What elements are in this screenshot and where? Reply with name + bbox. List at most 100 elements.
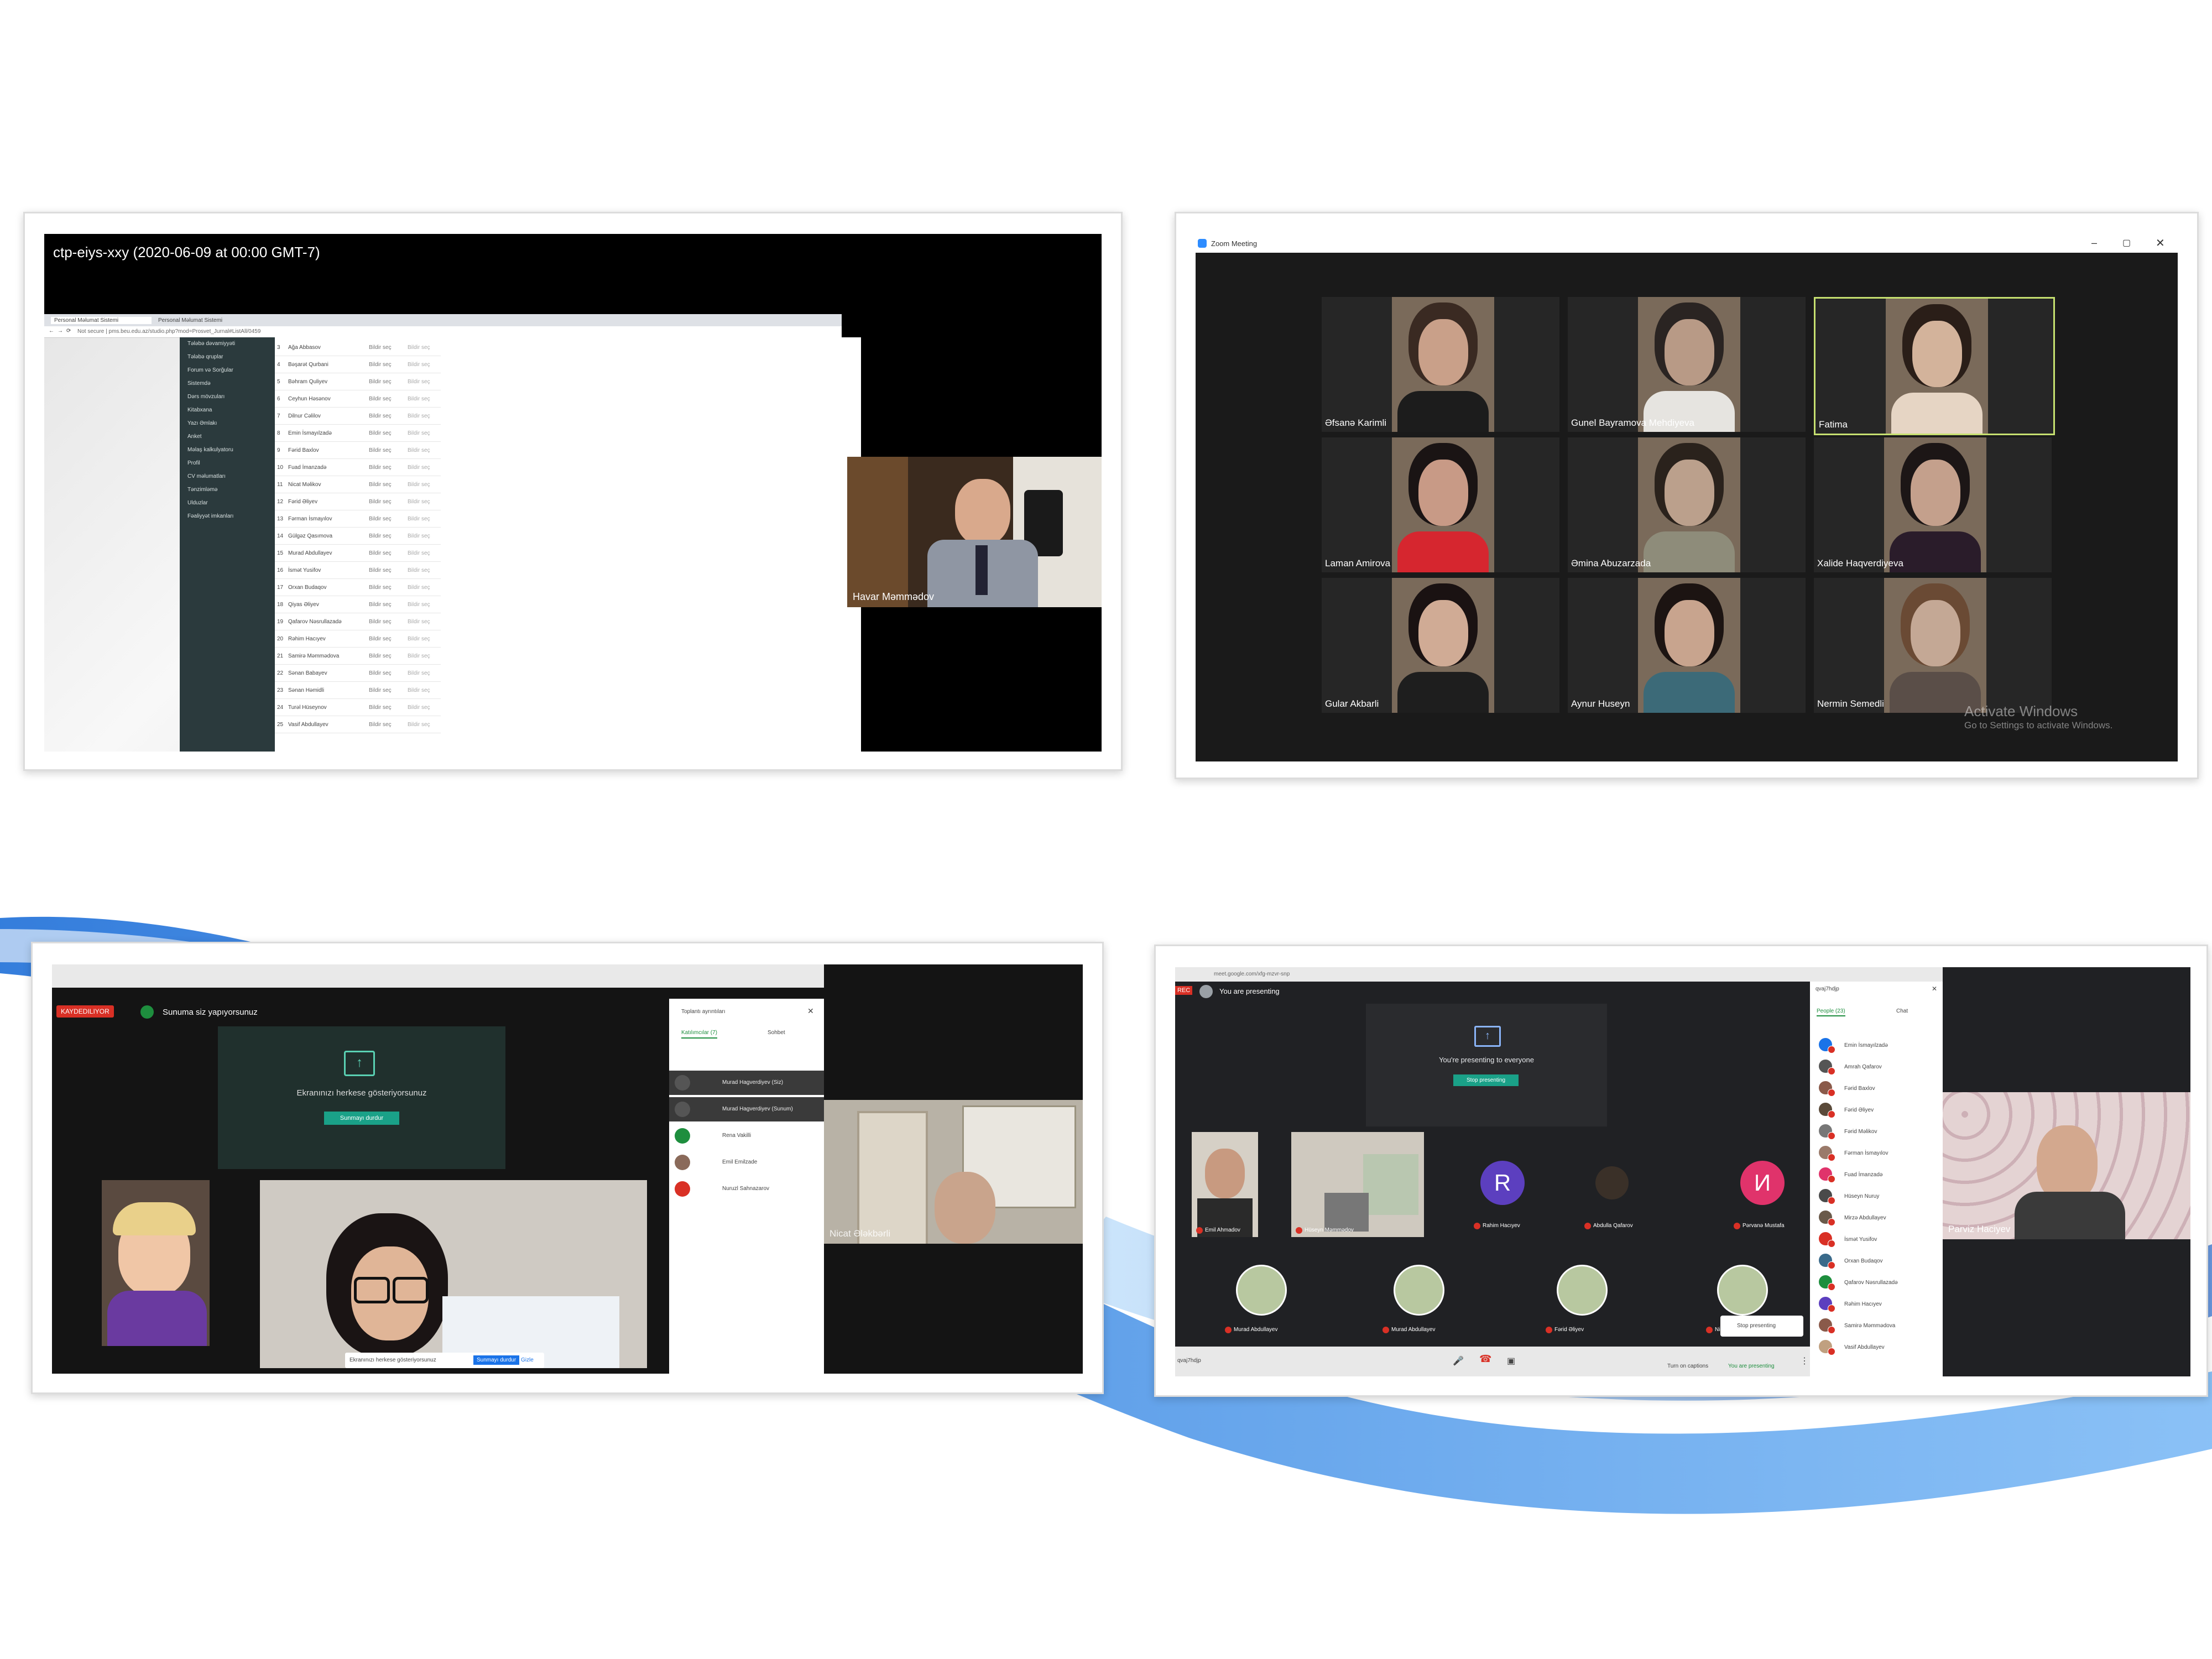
sidebar-menu-item[interactable]: Dərs mövzuları	[187, 394, 225, 400]
participant-list-item[interactable]: Orxan Budaqov	[1810, 1250, 1943, 1271]
grade-cell[interactable]: Bildir seç	[408, 687, 430, 693]
participant-tile[interactable]: Murad Abdullayev	[1366, 1254, 1465, 1337]
grade-cell[interactable]: Bildir seç	[408, 447, 430, 453]
maximize-icon[interactable]: ▢	[2122, 237, 2131, 248]
grade-cell[interactable]: Bildir seç	[369, 396, 392, 402]
participant-tile[interactable]: Xalide Haqverdiyeva	[1814, 437, 2052, 572]
participant-tile[interactable]: Gunel Bayramova Mehdiyeva	[1568, 297, 1806, 432]
tab-people-4[interactable]: People (23)	[1817, 1008, 1845, 1016]
grade-cell[interactable]: Bildir seç	[369, 705, 392, 711]
grade-cell[interactable]: Bildir seç	[408, 670, 430, 676]
participant-list-item[interactable]: Fərid Əliyev	[1810, 1099, 1943, 1120]
grade-cell[interactable]: Bildir seç	[408, 636, 430, 642]
participant-tile[interactable]: R Rahim Hacıyev	[1457, 1150, 1557, 1233]
participant-list-item[interactable]: Fuad İmanzadə	[1810, 1164, 1943, 1185]
meeting-code[interactable]: qvaj7hdjp	[1177, 1358, 1201, 1364]
tab-chat-4[interactable]: Chat	[1896, 1008, 1908, 1014]
grade-cell[interactable]: Bildir seç	[369, 447, 392, 453]
participant-tile[interactable]: Fərid Əliyev	[1529, 1254, 1629, 1337]
grade-cell[interactable]: Bildir seç	[408, 413, 430, 419]
participant-list-item[interactable]: Murad Hagverdiyev (Siz)	[669, 1071, 824, 1095]
grade-cell[interactable]: Bildir seç	[369, 533, 392, 539]
participant-list-item[interactable]: Fərman İsmayılov	[1810, 1142, 1943, 1164]
grade-cell[interactable]: Bildir seç	[369, 567, 392, 573]
sidebar-menu-item[interactable]: Tələbə qruplar	[187, 354, 223, 360]
mic-icon[interactable]: 🎤	[1453, 1355, 1464, 1366]
participant-list-item[interactable]: Rəhim Hacıyev	[1810, 1293, 1943, 1314]
sidebar-menu-item[interactable]: Fəaliyyət imkanları	[187, 513, 233, 519]
close-side-icon-3[interactable]: ✕	[807, 1006, 814, 1016]
grade-cell[interactable]: Bildir seç	[408, 550, 430, 556]
sidebar-menu-item[interactable]: Tələbə dəvamiyyəti	[187, 341, 235, 347]
grade-cell[interactable]: Bildir seç	[408, 619, 430, 625]
stop-share-button-3[interactable]: Sunmayı durdur	[473, 1355, 520, 1365]
grade-cell[interactable]: Bildir seç	[408, 533, 430, 539]
sidebar-menu-item[interactable]: Ulduzlar	[187, 500, 208, 506]
grade-cell[interactable]: Bildir seç	[408, 567, 430, 573]
grade-cell[interactable]: Bildir seç	[369, 465, 392, 471]
forward-icon[interactable]: →	[58, 328, 63, 334]
grade-cell[interactable]: Bildir seç	[408, 602, 430, 608]
participant-list-item[interactable]: Hüseyn Nuruy	[1810, 1186, 1943, 1207]
tab-chat-3[interactable]: Sohbet	[768, 1030, 785, 1036]
sidebar-menu-item[interactable]: Sistemdə	[187, 380, 211, 387]
stop-presenting-chip[interactable]: Stop presenting	[1720, 1316, 1803, 1337]
grade-cell[interactable]: Bildir seç	[408, 499, 430, 505]
back-icon[interactable]: ←	[49, 328, 54, 334]
more-options-icon[interactable]: ⋮	[1800, 1355, 1809, 1366]
sidebar-menu-item[interactable]: Anket	[187, 434, 202, 440]
grade-cell[interactable]: Bildir seç	[408, 362, 430, 368]
sidebar-menu-item[interactable]: Forum və Sorğular	[187, 367, 233, 373]
address-input-4[interactable]: meet.google.com/xfg-mzvr-snp	[1214, 971, 1290, 977]
grade-cell[interactable]: Bildir seç	[408, 396, 430, 402]
grade-cell[interactable]: Bildir seç	[369, 636, 392, 642]
participant-tile[interactable]: Əfsanə Karimli	[1322, 297, 1559, 432]
grade-cell[interactable]: Bildir seç	[408, 722, 430, 728]
grade-cell[interactable]: Bildir seç	[408, 430, 430, 436]
participant-list-item[interactable]: Qafarov Nəsrullazadə	[1810, 1272, 1943, 1293]
participant-list-item[interactable]: Mirzə Abdullayev	[1810, 1207, 1943, 1228]
participant-tile[interactable]: Fatima	[1814, 297, 2055, 435]
sidebar-menu-item[interactable]: Kitabxana	[187, 407, 212, 413]
captions-button[interactable]: Turn on captions	[1667, 1363, 1708, 1369]
participant-list-item[interactable]: Fərid Baxlov	[1810, 1078, 1943, 1099]
sidebar-menu-item[interactable]: Tənzimləmə	[187, 487, 217, 493]
participant-list-item[interactable]: Emin İsmayılzadə	[1810, 1035, 1943, 1056]
stop-presenting-button-3[interactable]: Sunmayı durdur	[324, 1112, 399, 1125]
browser-tab-2[interactable]: Personal Məlumat Sistemi	[155, 317, 255, 324]
presenting-button[interactable]: You are presenting	[1728, 1363, 1775, 1369]
grade-cell[interactable]: Bildir seç	[369, 516, 392, 522]
grade-cell[interactable]: Bildir seç	[369, 722, 392, 728]
participant-tile[interactable]: И Pərvanə Mustafa	[1717, 1150, 1817, 1233]
participant-list-item[interactable]: Samirə Məmmədova	[1810, 1315, 1943, 1336]
participant-tile[interactable]: Nermin Semedli	[1814, 578, 2052, 713]
grade-cell[interactable]: Bildir seç	[369, 619, 392, 625]
grade-cell[interactable]: Bildir seç	[408, 705, 430, 711]
browser-tab-1[interactable]: Personal Məlumat Sistemi	[51, 317, 152, 324]
stop-presenting-button-4[interactable]: Stop presenting	[1453, 1074, 1519, 1086]
reload-icon[interactable]: ⟳	[66, 328, 71, 334]
close-side-icon-4[interactable]: ✕	[1932, 985, 1937, 993]
grade-cell[interactable]: Bildir seç	[369, 482, 392, 488]
grade-cell[interactable]: Bildir seç	[369, 379, 392, 385]
participant-tile[interactable]: Hüseyn Məmmədov	[1291, 1132, 1424, 1237]
minimize-icon[interactable]: –	[2091, 237, 2097, 249]
sidebar-menu-item[interactable]: Məlaş kalkulyatoru	[187, 447, 233, 453]
camera-icon[interactable]: ▣	[1507, 1355, 1515, 1366]
grade-cell[interactable]: Bildir seç	[369, 413, 392, 419]
grade-cell[interactable]: Bildir seç	[408, 482, 430, 488]
grade-cell[interactable]: Bildir seç	[369, 585, 392, 591]
participant-list-item[interactable]: Emil Emilzade	[669, 1150, 824, 1175]
grade-cell[interactable]: Bildir seç	[408, 345, 430, 351]
grade-cell[interactable]: Bildir seç	[369, 362, 392, 368]
participant-list-item[interactable]: Murad Hagverdiyev (Sunum)	[669, 1097, 824, 1121]
participant-tile[interactable]: Abdulla Qafarov	[1568, 1150, 1667, 1233]
grade-cell[interactable]: Bildir seç	[369, 687, 392, 693]
grade-cell[interactable]: Bildir seç	[408, 465, 430, 471]
participant-tile[interactable]: Əmina Abuzarzada	[1568, 437, 1806, 572]
tab-people-3[interactable]: Katılımcılar (7)	[681, 1030, 718, 1039]
hide-button-3[interactable]: Gizle	[521, 1357, 534, 1363]
address-input[interactable]: Not secure | pms.beu.edu.az/studio.php?m…	[77, 328, 260, 335]
participant-tile[interactable]: Murad Abdullayev	[1208, 1254, 1308, 1337]
side-search-4[interactable]: qvaj7hdjp	[1815, 986, 1839, 992]
